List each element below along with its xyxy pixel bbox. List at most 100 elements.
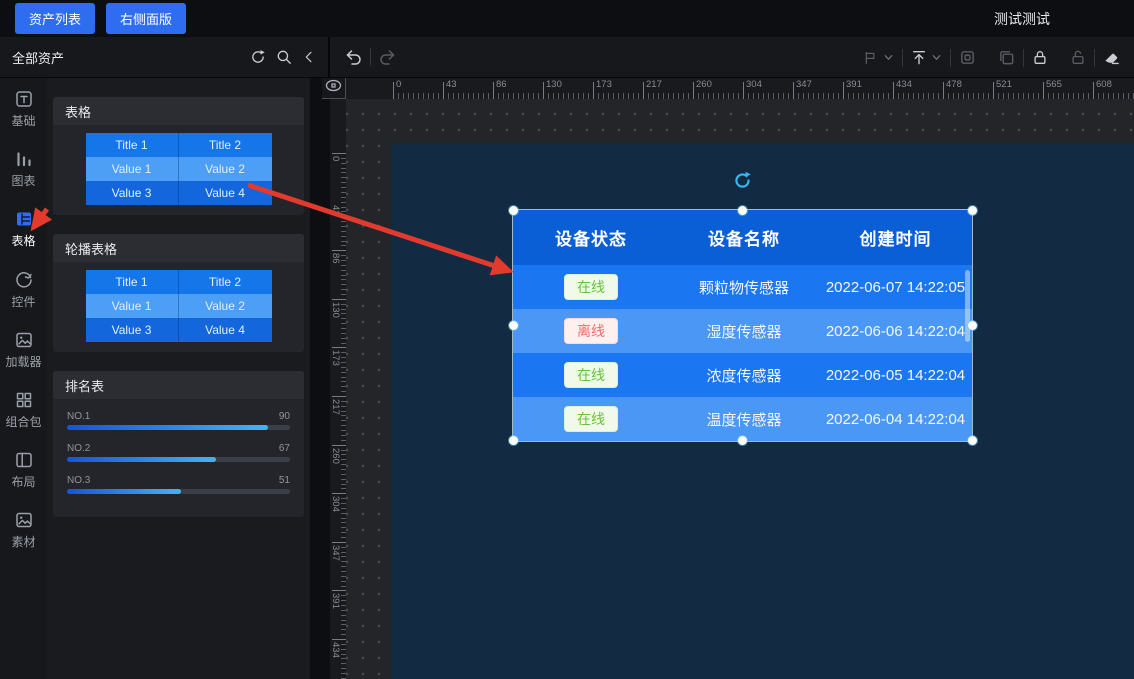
- selection-handle[interactable]: [509, 321, 518, 330]
- asset-panel-header: 全部资产: [0, 37, 330, 77]
- right-panel-button[interactable]: 右侧面版: [106, 3, 186, 34]
- component-card[interactable]: 表格Title 1Title 2Value 1Value 2Value 3Val…: [53, 97, 304, 215]
- horizontal-ruler: 0438613017321726030434739143447852156560…: [346, 78, 1134, 99]
- group-icon[interactable]: [959, 49, 976, 66]
- flag-icon[interactable]: [862, 50, 894, 65]
- table-row: 在线 浓度传感器 2022-06-05 14:22:04: [513, 353, 972, 397]
- ruler-tick: [332, 299, 346, 300]
- ruler-label: 347: [330, 545, 341, 561]
- mini-table-cell: Value 3: [86, 318, 179, 342]
- panel-title: 全部资产: [12, 48, 64, 67]
- mini-table-cell: Value 4: [179, 318, 272, 342]
- widget-icon: [14, 270, 34, 290]
- ranking-row: NO.351: [67, 475, 290, 494]
- lock-icon[interactable]: [1032, 49, 1048, 66]
- ruler-tick: [893, 82, 894, 99]
- history-actions: [344, 48, 397, 66]
- create-time-cell: 2022-06-07 14:22:05: [819, 279, 972, 296]
- ruler-label: 478: [946, 79, 962, 90]
- table-scrollbar[interactable]: [965, 270, 970, 342]
- sidebar-item-widget[interactable]: 控件: [0, 259, 47, 319]
- component-card[interactable]: 排名表NO.190NO.267NO.351: [53, 371, 304, 517]
- ranking-value: 90: [279, 411, 290, 422]
- move-to-top-icon[interactable]: [911, 49, 942, 66]
- table-row: 在线 颗粒物传感器 2022-06-07 14:22:05: [513, 265, 972, 309]
- create-time-cell: 2022-06-06 14:22:04: [819, 323, 972, 340]
- ranking-value: 67: [279, 443, 290, 454]
- ruler-label: 608: [1096, 79, 1112, 90]
- ruler-label: 347: [796, 79, 812, 90]
- mini-table-row: Title 1Title 2: [86, 133, 272, 157]
- sidebar-item-layout[interactable]: 布局: [0, 439, 47, 499]
- divider: [1023, 49, 1024, 67]
- status-cell: 在线: [513, 362, 669, 389]
- sidebar-item-label: 布局: [11, 476, 35, 489]
- redo-icon[interactable]: [379, 48, 397, 66]
- selection-handle[interactable]: [738, 436, 747, 445]
- search-icon[interactable]: [276, 49, 292, 65]
- ruler-label: 217: [330, 399, 341, 415]
- status-cell: 在线: [513, 274, 669, 301]
- divider: [950, 49, 951, 67]
- ruler-visibility-toggle[interactable]: [322, 78, 346, 99]
- selection-handle[interactable]: [738, 206, 747, 215]
- vertical-ruler: 04386130173217260304347391434: [330, 99, 346, 679]
- card-title: 轮播表格: [53, 234, 304, 262]
- selection-handle[interactable]: [968, 436, 977, 445]
- sidebar-item-chart[interactable]: 图表: [0, 138, 47, 198]
- column-header: 设备状态: [513, 225, 669, 250]
- status-badge: 在线: [564, 274, 618, 301]
- sidebar-item-loader[interactable]: 加载器: [0, 319, 47, 379]
- ruler-tick: [693, 82, 694, 99]
- ruler-tick: [843, 82, 844, 99]
- eraser-icon[interactable]: [1103, 49, 1120, 66]
- ranking-label: NO.1: [67, 411, 90, 422]
- sidebar-item-package[interactable]: 组合包: [0, 379, 47, 439]
- component-card[interactable]: 轮播表格Title 1Title 2Value 1Value 2Value 3V…: [53, 234, 304, 352]
- asset-list-button[interactable]: 资产列表: [15, 3, 95, 34]
- ranking-row: NO.267: [67, 443, 290, 462]
- sidebar-item-label: 素材: [11, 536, 35, 549]
- mini-table-row: Value 3Value 4: [86, 318, 272, 342]
- ruler-label: 173: [330, 350, 341, 366]
- ranking-row: NO.1 90: [67, 411, 290, 430]
- mini-table-cell: Title 2: [179, 133, 272, 157]
- asset-panel-actions: [250, 49, 316, 65]
- ruler-tick: [332, 153, 346, 154]
- selection-handle[interactable]: [509, 206, 518, 215]
- table-icon: [14, 209, 34, 229]
- sidebar-item-label: 组合包: [5, 416, 41, 429]
- ruler-tick: [443, 82, 444, 99]
- mini-table-cell: Title 1: [86, 133, 179, 157]
- selection-handle[interactable]: [968, 321, 977, 330]
- duplicate-icon[interactable]: [998, 49, 1015, 66]
- ruler-label: 217: [646, 79, 662, 90]
- status-badge: 在线: [564, 362, 618, 389]
- mini-table-cell: Value 3: [86, 181, 179, 205]
- package-icon: [14, 390, 34, 410]
- unlock-icon[interactable]: [1070, 49, 1086, 66]
- mini-table-row: Value 3Value 4: [86, 181, 272, 205]
- selection-handle[interactable]: [509, 436, 518, 445]
- ruler-label: 521: [996, 79, 1012, 90]
- mini-table-cell: Value 4: [179, 181, 272, 205]
- sidebar-item-label: 图表: [11, 175, 35, 188]
- ruler-tick: [993, 82, 994, 99]
- ruler-label: 391: [330, 593, 341, 609]
- rotate-handle[interactable]: [733, 171, 752, 190]
- top-header: 资产列表 右侧面版 测试测试: [0, 0, 1134, 37]
- project-title: 测试测试: [994, 9, 1050, 29]
- ruler-tick: [332, 493, 346, 494]
- undo-icon[interactable]: [344, 48, 362, 66]
- loader-icon: [14, 330, 34, 350]
- sidebar-item-table[interactable]: 表格: [0, 198, 47, 258]
- ruler-label: 260: [696, 79, 712, 90]
- ranking-bar: [67, 425, 290, 430]
- sidebar-item-text[interactable]: 基础: [0, 78, 47, 138]
- sidebar-item-material[interactable]: 素材: [0, 499, 47, 559]
- mini-table-cell: Value 2: [179, 294, 272, 318]
- device-table-widget[interactable]: 设备状态 设备名称 创建时间 在线 颗粒物传感器 2022-06-07 14:2…: [513, 210, 972, 441]
- collapse-left-icon[interactable]: [302, 50, 316, 64]
- refresh-icon[interactable]: [250, 49, 266, 65]
- selection-handle[interactable]: [968, 206, 977, 215]
